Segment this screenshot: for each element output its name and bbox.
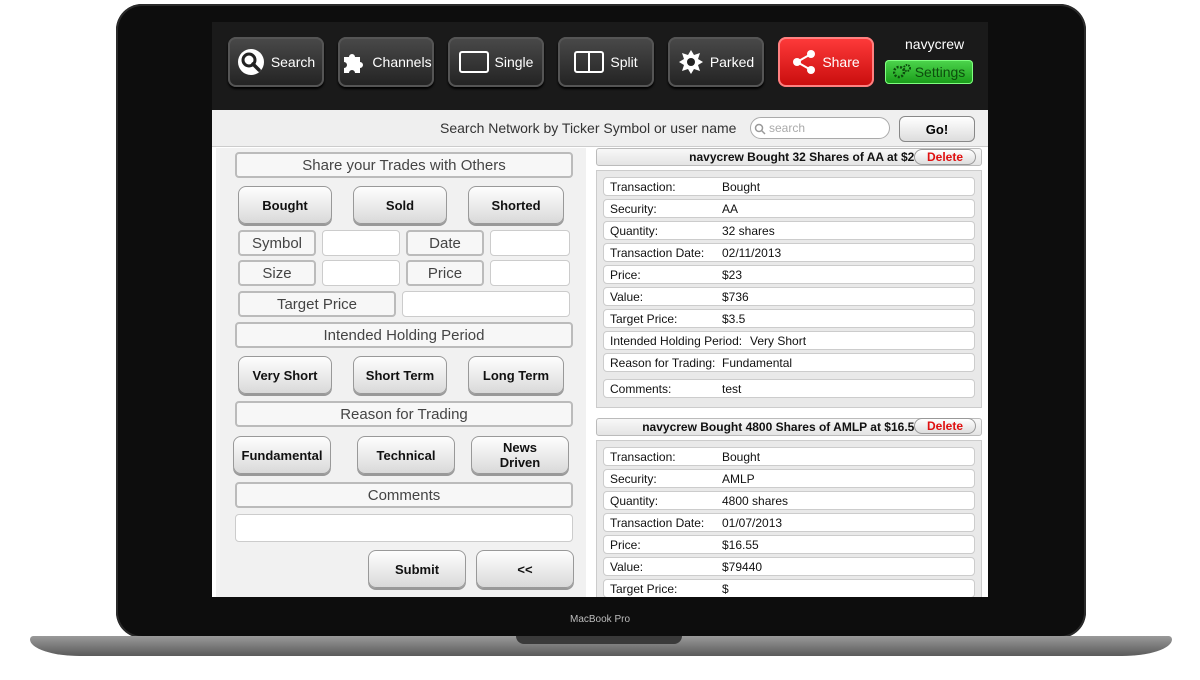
symbol-label: Symbol	[238, 230, 316, 256]
trade-row: Value: $736	[603, 287, 975, 306]
search-icon	[237, 48, 265, 76]
search-field-icon	[754, 122, 766, 140]
price-input[interactable]	[490, 260, 570, 286]
delete-button[interactable]: Delete	[914, 149, 976, 165]
comments-input[interactable]	[235, 514, 573, 542]
nav-single-label: Single	[494, 54, 534, 70]
trade-row: Target Price: $	[603, 579, 975, 597]
bought-button[interactable]: Bought	[238, 186, 332, 224]
settings-label: Settings	[914, 64, 966, 80]
technical-button[interactable]: Technical	[357, 436, 455, 474]
app-screen: Search Channels Single Split Parked Shar…	[212, 22, 988, 597]
short-term-button[interactable]: Short Term	[353, 356, 447, 394]
nav-search-label: Search	[270, 54, 316, 70]
nav-single-button[interactable]: Single	[448, 37, 544, 87]
back-button[interactable]: <<	[476, 550, 574, 588]
nav-split-button[interactable]: Split	[558, 37, 654, 87]
trade-row: Value: $79440	[603, 557, 975, 576]
submit-button[interactable]: Submit	[368, 550, 466, 588]
trade-row: Intended Holding Period: Very Short	[603, 331, 975, 350]
trade-row: Quantity: 32 shares	[603, 221, 975, 240]
top-nav-bar: Search Channels Single Split Parked Shar…	[212, 22, 988, 110]
trade-row: Transaction Date: 02/11/2013	[603, 243, 975, 262]
search-label: Search Network by Ticker Symbol or user …	[440, 120, 737, 136]
nav-parked-label: Parked	[709, 54, 755, 70]
delete-button[interactable]: Delete	[914, 418, 976, 434]
trade-card-body: Transaction: Bought Security: AA Quantity:…	[596, 170, 982, 408]
news-driven-button[interactable]: News Driven	[471, 436, 569, 474]
sold-button[interactable]: Sold	[353, 186, 447, 224]
go-button[interactable]: Go!	[899, 116, 975, 142]
size-label: Size	[238, 260, 316, 286]
username: navycrew	[905, 36, 965, 52]
laptop-notch	[516, 636, 682, 644]
trade-row: Price: $16.55	[603, 535, 975, 554]
trade-row: Security: AA	[603, 199, 975, 218]
trade-row: Reason for Trading: Fundamental	[603, 353, 975, 372]
trade-row: Security: AMLP	[603, 469, 975, 488]
gear-icon	[678, 49, 704, 75]
nav-share-button[interactable]: Share	[778, 37, 874, 87]
nav-channels-button[interactable]: Channels	[338, 37, 434, 87]
very-short-button[interactable]: Very Short	[238, 356, 332, 394]
trade-row: Target Price: $3.5	[603, 309, 975, 328]
nav-split-label: Split	[610, 54, 638, 70]
share-icon	[792, 50, 816, 74]
target-price-label: Target Price	[238, 291, 396, 317]
size-input[interactable]	[322, 260, 400, 286]
holding-period-title: Intended Holding Period	[235, 322, 573, 348]
trade-row: Price: $23	[603, 265, 975, 284]
fundamental-button[interactable]: Fundamental	[233, 436, 331, 474]
trade-row: Transaction Date: 01/07/2013	[603, 513, 975, 532]
share-trade-form: Share your Trades with Others Bought Sol…	[216, 148, 586, 597]
settings-button[interactable]: Settings	[885, 60, 973, 84]
reason-title: Reason for Trading	[235, 401, 573, 427]
long-term-button[interactable]: Long Term	[468, 356, 564, 394]
target-price-input[interactable]	[402, 291, 570, 317]
trade-feed: navycrew Bought 32 Shares of AA at $23 D…	[596, 148, 984, 597]
nav-share-label: Share	[822, 54, 860, 70]
price-label: Price	[406, 260, 484, 286]
date-input[interactable]	[490, 230, 570, 256]
puzzle-icon	[340, 49, 366, 75]
date-label: Date	[406, 230, 484, 256]
form-title: Share your Trades with Others	[235, 152, 573, 178]
trade-row: Quantity: 4800 shares	[603, 491, 975, 510]
device-label: MacBook Pro	[569, 614, 631, 625]
nav-channels-label: Channels	[372, 54, 432, 70]
network-search-bar: Search Network by Ticker Symbol or user …	[212, 110, 988, 147]
single-pane-icon	[458, 51, 489, 73]
trade-row: Transaction: Bought	[603, 447, 975, 466]
search-input[interactable]	[750, 117, 890, 139]
trade-card-body: Transaction: Bought Security: AMLP Quantit…	[596, 440, 982, 597]
nav-search-button[interactable]: Search	[228, 37, 324, 87]
split-pane-icon	[574, 51, 605, 73]
symbol-input[interactable]	[322, 230, 400, 256]
trade-row: Comments: test	[603, 379, 975, 398]
trade-row: Transaction: Bought	[603, 177, 975, 196]
shorted-button[interactable]: Shorted	[468, 186, 564, 224]
gears-icon	[892, 63, 911, 82]
comments-title: Comments	[235, 482, 573, 508]
nav-parked-button[interactable]: Parked	[668, 37, 764, 87]
